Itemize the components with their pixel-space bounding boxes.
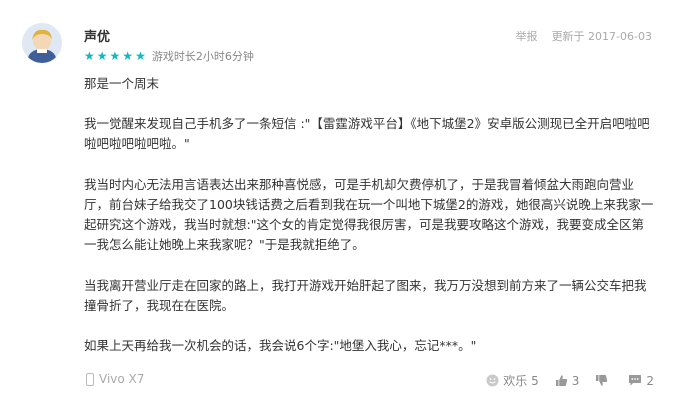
thumbs-up-icon [555,375,567,386]
like-button[interactable]: 3 [555,373,580,388]
phone-icon [86,372,94,386]
star-icon: ★ [96,49,108,63]
thumbs-down-icon [596,375,608,386]
paragraph-text: 如果上天再给我一次机会的话，我会说6个字:"地堡入我心，忘记***。" [84,338,477,353]
review-paragraph: 那是一个周末 [84,74,656,94]
paragraph-text: 当我离开营业厅走在回家的路上，我打开游戏开始肝起了图来，我万万没想到前方来了一辆… [84,278,647,313]
review-meta: 举报 更新于 2017-06-03 [516,28,652,44]
report-link[interactable]: 举报 [516,28,538,44]
review-paragraph: 当我离开营业厅走在回家的路上，我打开游戏开始肝起了图来，我万万没想到前方来了一辆… [84,276,656,316]
review-paragraph: 如果上天再给我一次机会的话，我会说6个字:"地堡入我心，忘记***。" [84,336,656,356]
comment-icon [629,375,642,386]
star-rating: ★ ★ ★ ★ ★ [84,50,146,62]
review-paragraph: 我当时内心无法用言语表达出来那种喜悦感，可是手机却欠费停机了，于是我冒着倾盆大雨… [84,175,656,255]
star-icon: ★ [109,49,121,63]
like-count: 3 [571,373,580,388]
username[interactable]: 声优 [84,26,110,45]
paragraph-text: 我当时内心无法用言语表达出来那种喜悦感，可是手机却欠费停机了，于是我冒着倾盆大雨… [84,177,654,252]
star-icon: ★ [135,49,146,63]
dislike-button[interactable] [595,374,612,387]
reply-count: 2 [646,373,654,388]
avatar[interactable] [22,23,62,63]
review-paragraph: 我一觉醒来发现自己手机多了一条短信 :"【雷霆游戏平台】《地下城堡2》安卓版公测… [84,114,656,154]
funny-label: 欢乐 5 [503,374,539,388]
paragraph-text: 那是一个周末 [84,76,160,91]
funny-button[interactable]: 欢乐 5 [486,372,539,389]
smile-icon [486,374,499,387]
reply-button[interactable]: 2 [628,374,654,388]
star-icon: ★ [84,49,95,63]
star-icon: ★ [122,49,134,63]
device-name: Vivo X7 [99,372,145,386]
rating-row: ★ ★ ★ ★ ★ 游戏时长2小时6分钟 [84,48,254,64]
device-info: Vivo X7 [86,372,144,386]
playtime: 游戏时长2小时6分钟 [151,50,254,63]
paragraph-text: 我一觉醒来发现自己手机多了一条短信 :"【雷霆游戏平台】《地下城堡2》安卓版公测… [84,116,650,151]
review-actions: 欢乐 5 3 2 [470,372,654,389]
update-date: 更新于 2017-06-03 [551,30,652,43]
avatar-image [22,23,62,63]
